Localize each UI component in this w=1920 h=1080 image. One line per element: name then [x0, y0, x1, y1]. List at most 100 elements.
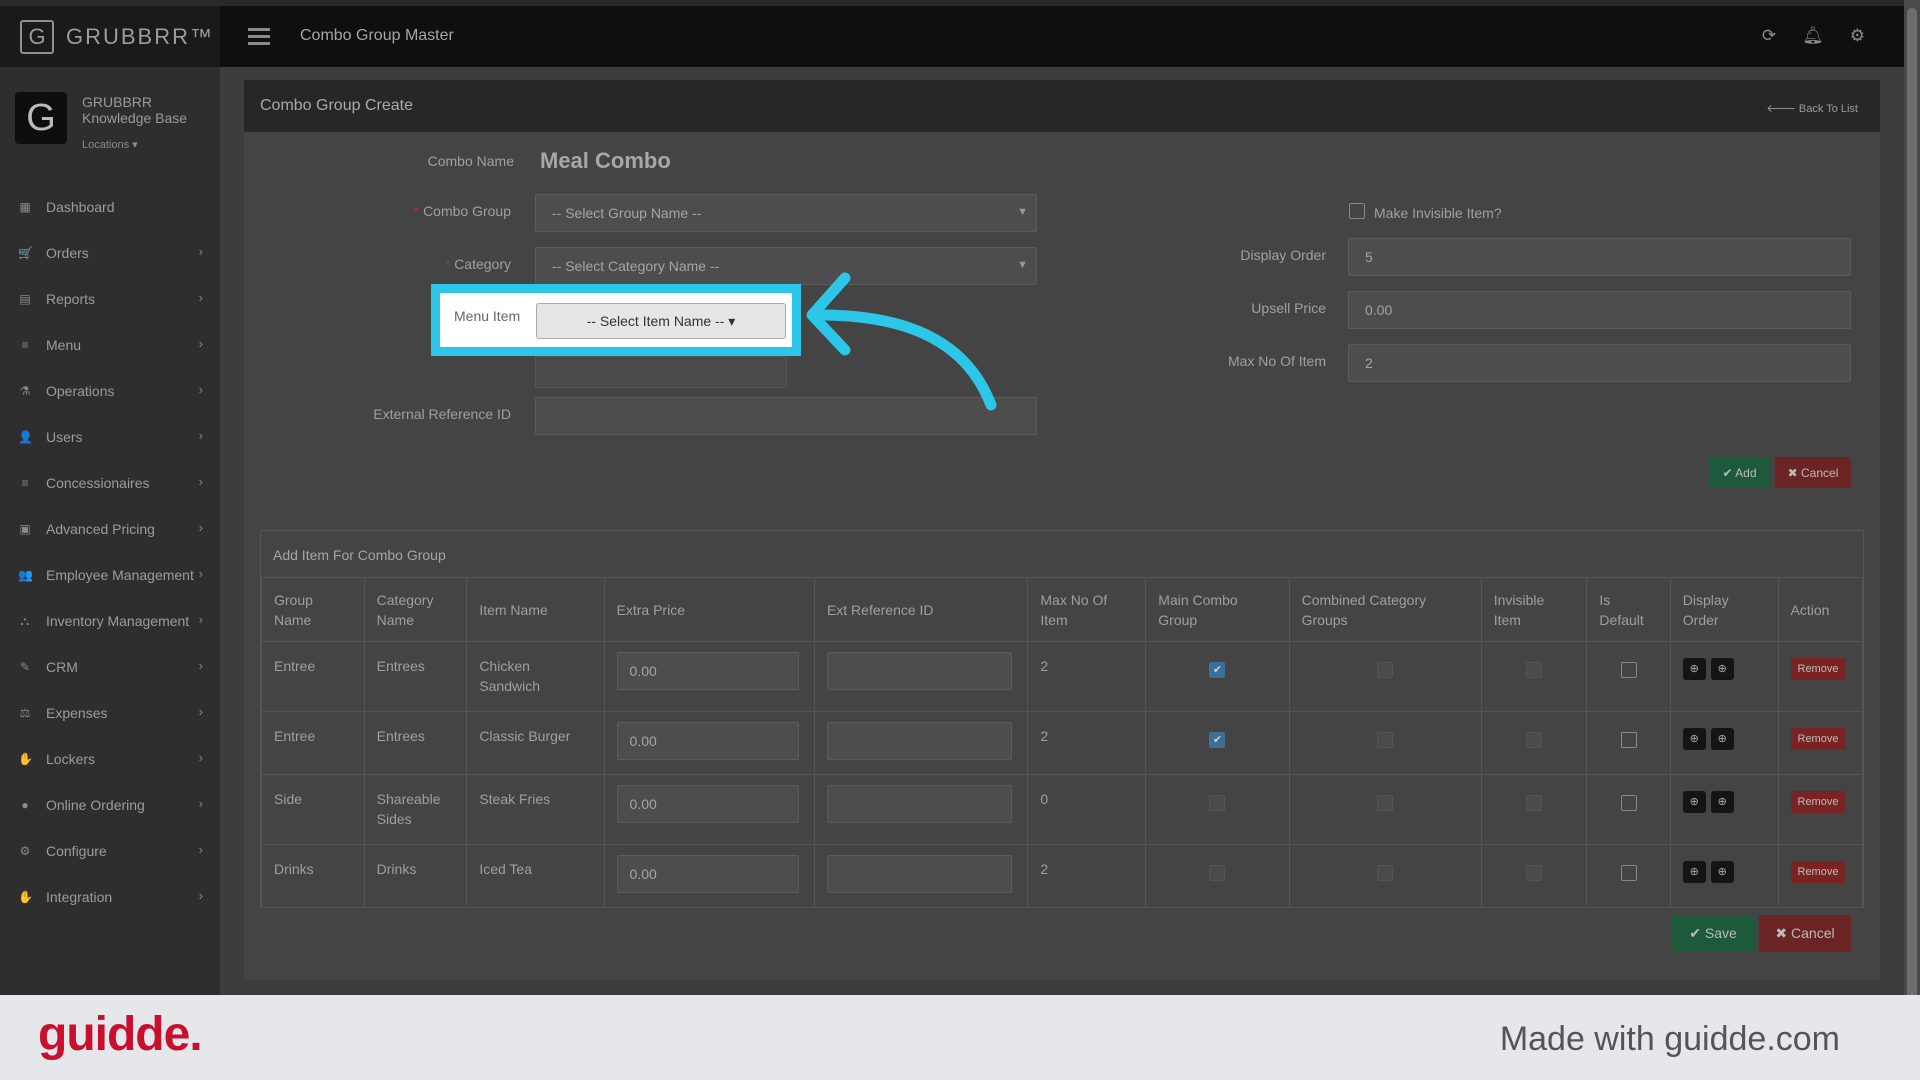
top-bar [0, 0, 1904, 67]
sidebar-item-lockers[interactable]: ✋ Lockers › [0, 736, 220, 782]
sidebar-item-users[interactable]: 👤 Users › [0, 414, 220, 460]
invisible-item-checkbox[interactable] [1526, 662, 1543, 678]
sidebar-item-configure[interactable]: ⚙ Configure › [0, 828, 220, 874]
max-items-input[interactable]: 2 [1348, 344, 1851, 382]
profile-logo-icon: G [15, 92, 67, 144]
menu-item-select[interactable]: -- Select Item Name -- ▾ [536, 303, 786, 339]
combined-category-checkbox[interactable] [1377, 865, 1394, 881]
invisible-item-checkbox[interactable] [1526, 795, 1543, 811]
extra-price-input[interactable]: 0.00 [616, 722, 799, 760]
display-order-input[interactable]: 5 [1348, 238, 1851, 276]
brand[interactable]: G GRUBBRR™ [0, 6, 220, 67]
category-name-cell: Entrees [363, 711, 468, 775]
extra-price-input[interactable]: 0.00 [616, 855, 799, 893]
column-header: Category Name [363, 577, 468, 642]
extra-price-input[interactable]: 0.00 [616, 652, 799, 690]
main-combo-checkbox[interactable]: ✔ [1209, 662, 1226, 678]
main-combo-checkbox[interactable] [1209, 795, 1226, 811]
bell-icon[interactable]: 🔔︎ [1802, 26, 1824, 46]
max-items-cell: 2 [1027, 641, 1147, 712]
nav-icon: ⚗ [19, 384, 31, 398]
invisible-item-cell [1480, 844, 1588, 908]
back-to-list-link[interactable]: 🡐 Back To List [1766, 101, 1858, 115]
main-combo-checkbox[interactable] [1209, 865, 1226, 881]
remove-button[interactable]: Remove [1790, 658, 1846, 680]
sidebar-item-reports[interactable]: ▤ Reports › [0, 276, 220, 322]
footer: guidde. Made with guidde.com [0, 995, 1920, 1080]
sidebar: G GRUBBRR Knowledge Base Locations ▾ ▦ Da… [0, 67, 220, 995]
nav-icon: ▣ [19, 522, 31, 536]
move-up-icon[interactable]: ⊕ [1710, 728, 1734, 750]
move-down-icon[interactable]: ⊕ [1682, 791, 1706, 813]
sidebar-item-orders[interactable]: 🛒 Orders › [0, 230, 220, 276]
profile: G GRUBBRR Knowledge Base Locations ▾ [15, 92, 187, 151]
invisible-item-checkbox[interactable] [1526, 865, 1543, 881]
sidebar-item-dashboard[interactable]: ▦ Dashboard [0, 184, 220, 230]
move-down-icon[interactable]: ⊕ [1682, 728, 1706, 750]
item-name-cell: Iced Tea [466, 844, 605, 908]
table-cancel-button[interactable]: ✖ Cancel [1759, 915, 1851, 952]
chevron-right-icon: › [198, 842, 203, 857]
remove-button[interactable]: Remove [1790, 861, 1846, 883]
menu-toggle-icon[interactable] [248, 28, 270, 49]
chevron-right-icon: › [198, 888, 203, 903]
is-default-checkbox[interactable] [1620, 795, 1637, 811]
invisible-item-cell [1480, 711, 1588, 775]
move-up-icon[interactable]: ⊕ [1710, 791, 1734, 813]
sidebar-item-advanced-pricing[interactable]: ▣ Advanced Pricing › [0, 506, 220, 552]
upsell-price-input[interactable]: 0.00 [1348, 291, 1851, 329]
save-button[interactable]: ✔ Save [1671, 915, 1755, 952]
remove-button[interactable]: Remove [1790, 791, 1846, 813]
sidebar-item-crm[interactable]: ✎ CRM › [0, 644, 220, 690]
sidebar-item-employee-management[interactable]: 👥 Employee Management › [0, 552, 220, 598]
is-default-checkbox[interactable] [1620, 865, 1637, 881]
sidebar-item-expenses[interactable]: ⚖ Expenses › [0, 690, 220, 736]
combo-group-select[interactable]: -- Select Group Name -- ▼ [535, 194, 1037, 232]
locations-dropdown[interactable]: Locations ▾ [82, 138, 138, 151]
ext-reference-input[interactable] [826, 652, 1012, 690]
top-icons: ⟳ 🔔︎ ⚙ [1762, 26, 1865, 46]
combined-category-checkbox[interactable] [1377, 732, 1394, 748]
sidebar-item-menu[interactable]: ≡ Menu › [0, 322, 220, 368]
invisible-item-checkbox[interactable] [1526, 732, 1543, 748]
refresh-icon[interactable]: ⟳ [1762, 26, 1776, 46]
move-down-icon[interactable]: ⊕ [1682, 658, 1706, 680]
combined-category-checkbox[interactable] [1377, 795, 1394, 811]
column-header: Main Combo Group [1145, 577, 1290, 642]
ext-reference-input[interactable] [826, 855, 1012, 893]
is-default-checkbox[interactable] [1620, 732, 1637, 748]
gear-icon[interactable]: ⚙ [1850, 26, 1865, 46]
sidebar-item-integration[interactable]: ✋ Integration › [0, 874, 220, 920]
move-down-icon[interactable]: ⊕ [1682, 861, 1706, 883]
main-combo-checkbox[interactable]: ✔ [1209, 732, 1226, 748]
cancel-button[interactable]: ✖ Cancel [1775, 457, 1851, 488]
is-default-checkbox[interactable] [1620, 662, 1637, 678]
sidebar-item-inventory-management[interactable]: ⛬ Inventory Management › [0, 598, 220, 644]
menu-item-dropdown-list[interactable] [535, 356, 787, 388]
column-header: Ext Reference ID [813, 577, 1029, 642]
sidebar-item-label: Advanced Pricing [46, 521, 155, 537]
add-button[interactable]: ✔ Add [1709, 457, 1770, 488]
chevron-right-icon: › [198, 750, 203, 765]
ext-reference-input[interactable] [826, 722, 1012, 760]
main-combo-cell [1145, 844, 1290, 908]
max-items-cell: 2 [1027, 711, 1147, 775]
sidebar-item-concessionaires[interactable]: ≡ Concessionaires › [0, 460, 220, 506]
make-invisible-checkbox[interactable] [1349, 203, 1365, 219]
remove-button[interactable]: Remove [1790, 728, 1846, 750]
move-up-icon[interactable]: ⊕ [1710, 658, 1734, 680]
item-name-cell: Chicken Sandwich [466, 641, 605, 712]
chevron-right-icon: › [198, 704, 203, 719]
make-invisible-label: Make Invisible Item? [1374, 205, 1502, 221]
scrollbar-thumb[interactable] [1907, 8, 1917, 1008]
combined-category-checkbox[interactable] [1377, 662, 1394, 678]
scrollbar[interactable] [1904, 0, 1920, 1008]
sidebar-item-label: Expenses [46, 705, 108, 721]
move-up-icon[interactable]: ⊕ [1710, 861, 1734, 883]
sidebar-item-operations[interactable]: ⚗ Operations › [0, 368, 220, 414]
ext-reference-input[interactable] [826, 785, 1012, 823]
extra-price-input[interactable]: 0.00 [616, 785, 799, 823]
sidebar-item-online-ordering[interactable]: ● Online Ordering › [0, 782, 220, 828]
table-row: Entree Entrees Chicken Sandwich 0.00 2 ✔ ⊕ ⊕ Rem… [261, 641, 1863, 712]
display-order-cell: ⊕ ⊕ [1669, 774, 1779, 845]
